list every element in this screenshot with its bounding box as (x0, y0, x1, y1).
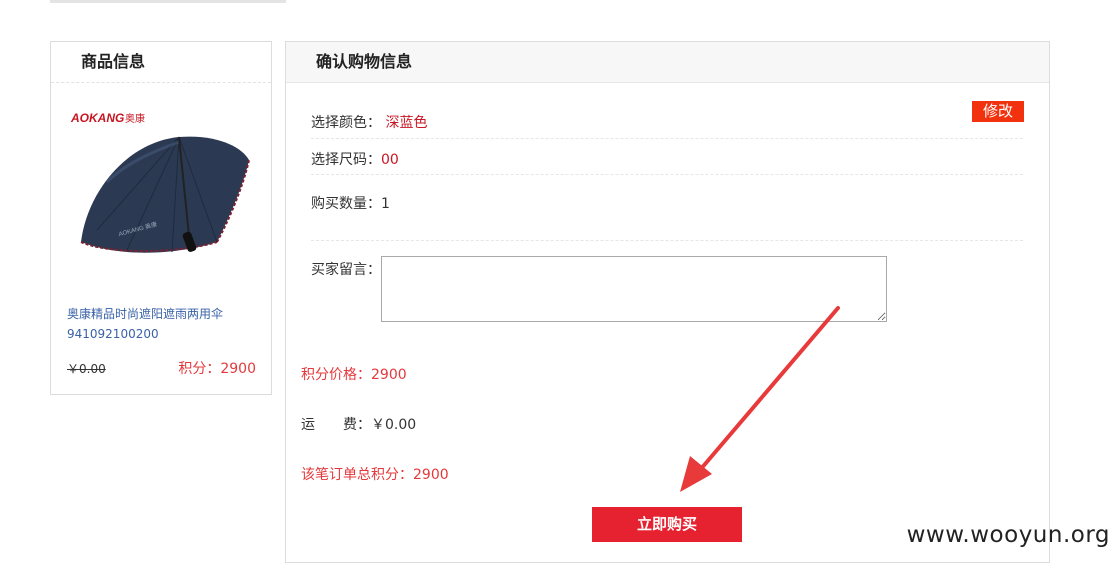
product-image[interactable]: AOKANG 奥康 AOKANG 奥康 (67, 102, 257, 292)
divider (311, 240, 1023, 241)
color-value: 深蓝色 (385, 115, 428, 131)
top-strip (50, 0, 286, 3)
buy-now-button[interactable]: 立即购买 (592, 507, 742, 542)
confirm-panel-title: 确认购物信息 (286, 42, 1049, 83)
confirm-order-panel: 确认购物信息 选择颜色： 深蓝色 修改 选择尺码：00 购买数量：1 买家留言：… (285, 41, 1050, 563)
shipping-label-b: 费： (343, 417, 371, 433)
product-points: 积分：2900 (178, 361, 256, 377)
product-name-link[interactable]: 奥康精品时尚遮阳遮雨两用伞941092100200 (67, 304, 267, 344)
svg-text:奥康: 奥康 (125, 112, 145, 125)
product-price: ￥0.00 (67, 362, 106, 376)
quantity-label: 购买数量： (311, 196, 381, 212)
edit-button[interactable]: 修改 (972, 101, 1024, 122)
size-label: 选择尺码： (311, 152, 381, 168)
quantity-value: 1 (381, 196, 390, 212)
product-info-panel: 商品信息 AOKANG 奥康 AOKANG 奥康 奥康精品时尚遮阳遮雨两用伞94… (50, 41, 272, 395)
buyer-remark-textarea[interactable] (381, 256, 887, 322)
divider (311, 138, 1023, 139)
points-price: 积分价格：2900 (301, 367, 407, 383)
watermark: www.wooyun.org (906, 522, 1110, 548)
color-label: 选择颜色： (311, 115, 381, 131)
order-total-points: 该笔订单总积分：2900 (301, 467, 449, 483)
product-panel-title: 商品信息 (51, 42, 271, 83)
size-value: 00 (381, 152, 399, 168)
shipping-value: ￥0.00 (371, 417, 417, 433)
remark-label: 买家留言： (311, 262, 381, 278)
svg-text:AOKANG: AOKANG (70, 111, 124, 125)
quantity-row: 购买数量：1 (311, 193, 390, 213)
divider (311, 174, 1023, 175)
color-row: 选择颜色： 深蓝色 (311, 112, 427, 132)
shipping-label-a: 运 (301, 417, 315, 433)
shipping-row: 运 费：￥0.00 (301, 414, 416, 434)
brand-logo: AOKANG 奥康 (70, 111, 145, 125)
size-row: 选择尺码：00 (311, 149, 399, 169)
